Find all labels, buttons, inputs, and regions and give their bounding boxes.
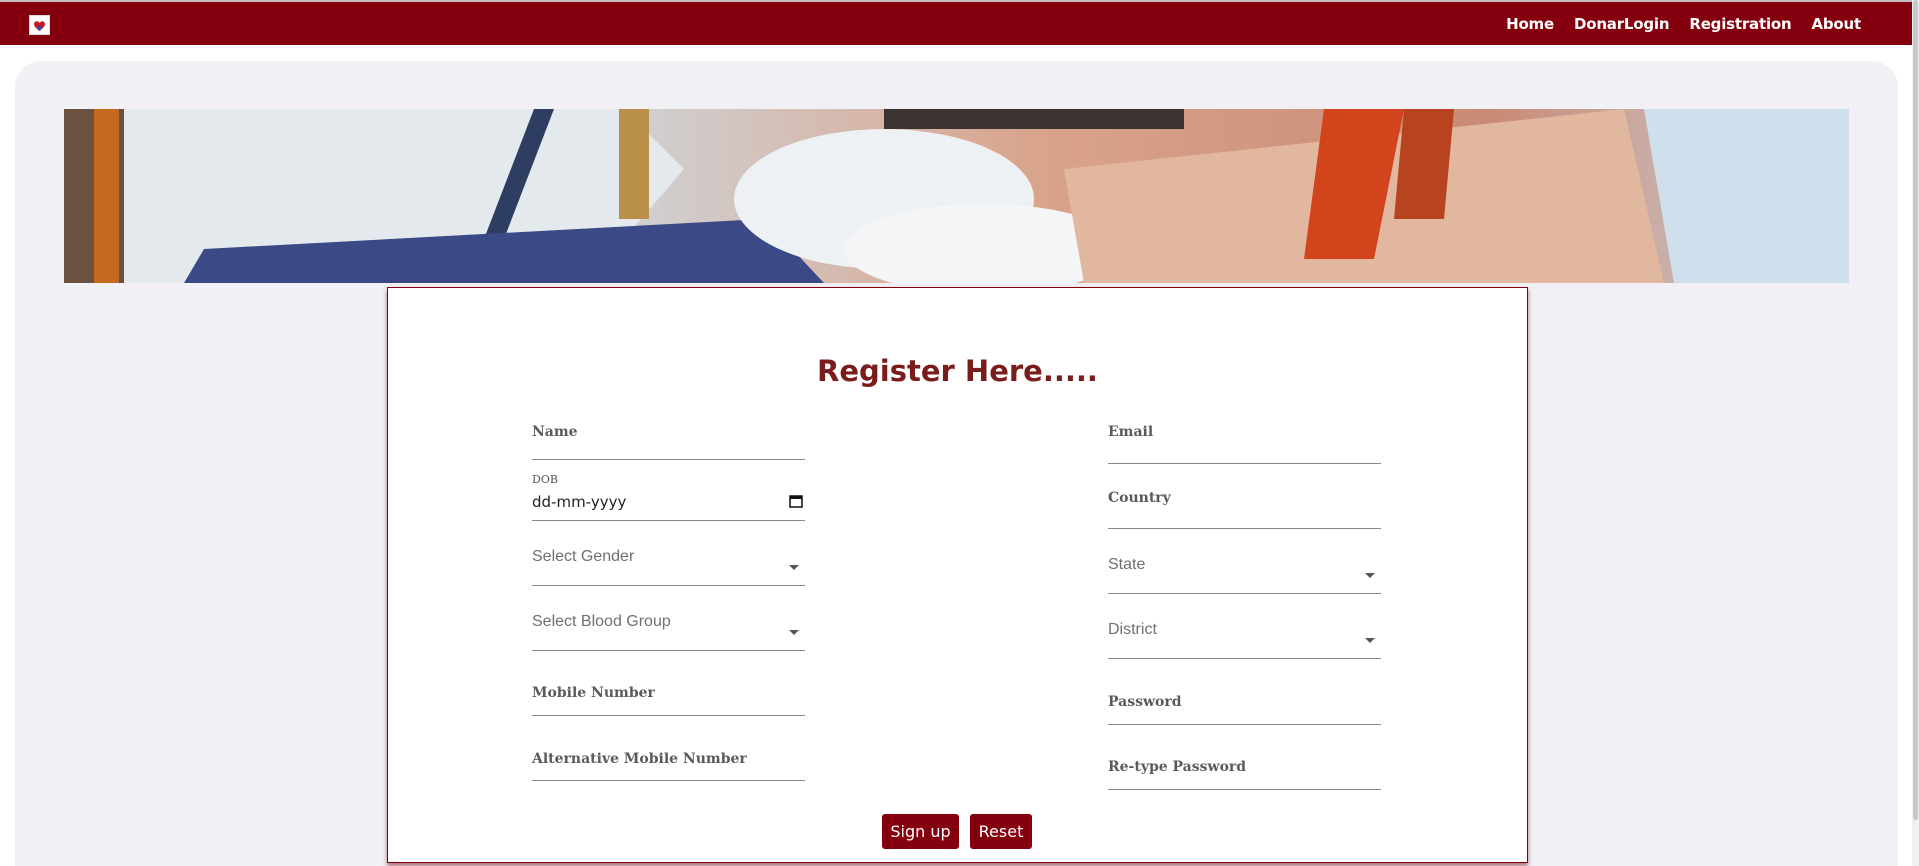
nav-links: Home DonarLogin Registration About [1506, 2, 1861, 45]
nav-home-link[interactable]: Home [1506, 15, 1554, 33]
alt-mobile-number-field[interactable]: Alternative Mobile Number [532, 751, 805, 781]
password-label: Password [1108, 694, 1182, 710]
sign-up-button[interactable]: Sign up [882, 814, 959, 849]
country-field[interactable]: Country [1108, 490, 1381, 529]
dob-field[interactable]: DOB dd-mm-yyyy [532, 473, 805, 521]
state-select[interactable]: State [1108, 556, 1381, 594]
blood-donation-logo-icon[interactable] [29, 15, 50, 35]
chevron-down-icon [1365, 638, 1375, 643]
retype-password-field[interactable]: Re-type Password [1108, 759, 1381, 790]
gender-select-value: Select Gender [532, 548, 635, 565]
top-navbar: Home DonarLogin Registration About [0, 0, 1912, 45]
alt-mobile-number-label: Alternative Mobile Number [532, 751, 747, 767]
country-label: Country [1108, 490, 1171, 506]
district-select-value: District [1108, 621, 1157, 638]
email-label: Email [1108, 424, 1154, 440]
blood-group-select-value: Select Blood Group [532, 613, 671, 630]
vertical-scrollbar[interactable] [1912, 0, 1919, 866]
mobile-number-label: Mobile Number [532, 685, 655, 701]
chevron-down-icon [1365, 573, 1375, 578]
nav-donar-login-link[interactable]: DonarLogin [1574, 15, 1670, 33]
nav-registration-link[interactable]: Registration [1689, 15, 1791, 33]
scrollbar-thumb[interactable] [1913, 0, 1918, 820]
registration-form-card: Register Here..... Name DOB dd-mm-yyyy S… [387, 287, 1528, 863]
district-select[interactable]: District [1108, 621, 1381, 659]
email-field[interactable]: Email [1108, 424, 1381, 464]
dob-input[interactable]: dd-mm-yyyy [532, 493, 626, 511]
form-title: Register Here..... [817, 354, 1098, 388]
reset-button[interactable]: Reset [970, 814, 1032, 849]
dob-label: DOB [532, 473, 558, 486]
retype-password-label: Re-type Password [1108, 759, 1247, 775]
nav-about-link[interactable]: About [1811, 15, 1861, 33]
state-select-value: State [1108, 556, 1146, 573]
calendar-icon[interactable] [789, 494, 803, 513]
chevron-down-icon [789, 630, 799, 635]
mobile-number-field[interactable]: Mobile Number [532, 685, 805, 716]
hero-blood-donation-image [64, 109, 1849, 283]
chevron-down-icon [789, 565, 799, 570]
gender-select[interactable]: Select Gender [532, 548, 805, 586]
password-field[interactable]: Password [1108, 694, 1381, 725]
name-field[interactable]: Name [532, 424, 805, 460]
blood-group-select[interactable]: Select Blood Group [532, 613, 805, 651]
name-label: Name [532, 424, 578, 440]
